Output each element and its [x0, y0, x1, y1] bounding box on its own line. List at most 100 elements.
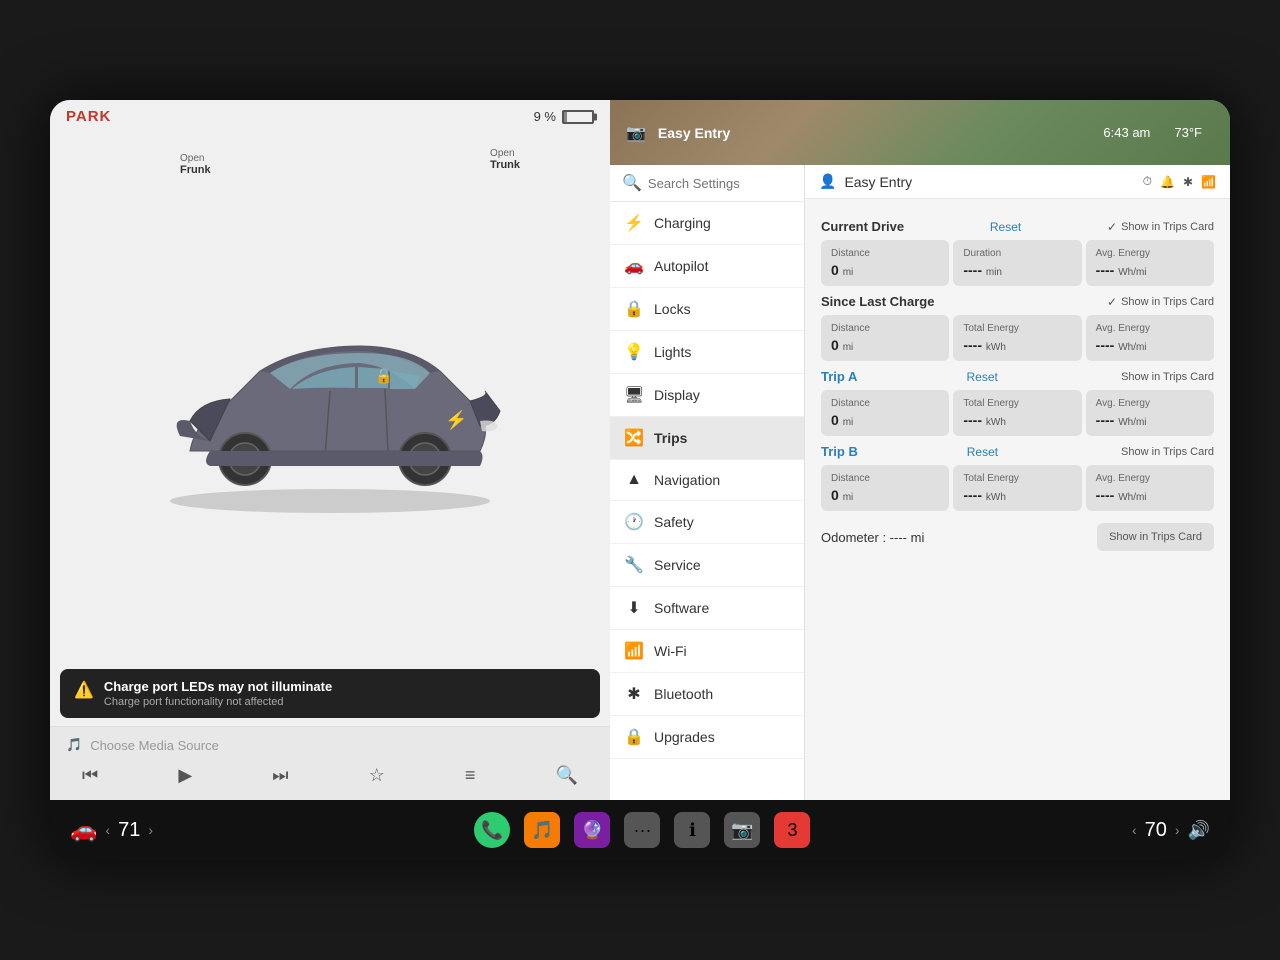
trip-b-stats: Distance 0 mi Total Energy ---- [821, 465, 1214, 511]
temp-down-btn[interactable]: ‹ [105, 822, 110, 838]
display-label: Display [654, 387, 700, 403]
trip-b-title: Trip B [821, 444, 858, 459]
lc-distance-value: 0 mi [831, 337, 939, 353]
settings-item-lights[interactable]: 💡 Lights [610, 331, 804, 374]
camera-app-icon[interactable]: 🔮 [574, 812, 610, 848]
odometer-text: Odometer : ---- mi [821, 530, 924, 545]
last-charge-title: Since Last Charge [821, 294, 934, 309]
search-button[interactable]: 🔍 [548, 761, 586, 790]
service-icon: 🔧 [624, 555, 644, 575]
trip-b-show-trips: ✓ Show in Trips Card [1107, 445, 1214, 459]
media-bar: 🎵 Choose Media Source ⏮ ▶ ⏭ ☆ ≡ 🔍 [50, 726, 610, 800]
trip-a-title: Trip A [821, 369, 857, 384]
more-app-icon[interactable]: ··· [624, 812, 660, 848]
ta-avg-value: ---- Wh/mi [1096, 412, 1204, 428]
lc-energy-label: Total Energy [963, 323, 1071, 334]
bluetooth-status-icon: ✱ [1183, 175, 1193, 189]
display-icon: 🖥 [624, 385, 644, 405]
music-app-icon[interactable]: 🎵 [524, 812, 560, 848]
software-icon: ⬇ [624, 598, 644, 618]
trip-b-reset[interactable]: Reset [967, 445, 998, 459]
settings-item-upgrades[interactable]: 🔒 Upgrades [610, 716, 804, 759]
trips-panel: 👤 Easy Entry ⏱ 🔔 ✱ 📶 Current Drive [805, 165, 1230, 800]
dashcam-app-icon[interactable]: 📷 [724, 812, 760, 848]
check-icon2: ✓ [1107, 295, 1117, 309]
current-drive-reset[interactable]: Reset [990, 220, 1021, 234]
current-drive-header: Current Drive Reset ✓ Show in Trips Card [821, 219, 1214, 234]
easy-entry-header: Easy Entry [658, 125, 730, 141]
taskbar-center: 📞 🎵 🔮 ··· ℹ 📷 3 [474, 812, 810, 848]
odometer-row: Odometer : ---- mi Show in Trips Card [821, 519, 1214, 555]
queue-button[interactable]: ≡ [457, 761, 484, 790]
wifi-label: Wi-Fi [654, 643, 687, 659]
info-app-icon[interactable]: ℹ [674, 812, 710, 848]
trip-a-distance: Distance 0 mi [821, 390, 949, 436]
warning-content: Charge port LEDs may not illuminate Char… [104, 679, 332, 708]
prev-button[interactable]: ⏮ [74, 761, 106, 790]
trip-a-total-energy: Total Energy ---- kWh [953, 390, 1081, 436]
trip-b-avg-energy: Avg. Energy ---- Wh/mi [1086, 465, 1214, 511]
lc-avg-value: ---- Wh/mi [1096, 337, 1204, 353]
map-time: 6:43 am [1103, 125, 1150, 140]
right-temp-up-btn[interactable]: › [1175, 822, 1180, 838]
trip-a-reset[interactable]: Reset [967, 370, 998, 384]
left-panel: PARK 9 % Open Frunk Open Trunk [50, 100, 610, 800]
profile-name: Easy Entry [844, 174, 912, 190]
tb-avg-value: ---- Wh/mi [1096, 487, 1204, 503]
avg-energy-label: Avg. Energy [1096, 248, 1204, 259]
software-label: Software [654, 600, 709, 616]
settings-item-safety[interactable]: 🕐 Safety [610, 501, 804, 544]
ta-distance-value: 0 mi [831, 412, 939, 428]
tb-avg-label: Avg. Energy [1096, 473, 1204, 484]
settings-item-bluetooth[interactable]: ✱ Bluetooth [610, 673, 804, 716]
frunk-open-text: Open [180, 153, 211, 164]
safety-label: Safety [654, 514, 694, 530]
odometer-show-trips-btn[interactable]: Show in Trips Card [1097, 523, 1214, 551]
battery-fill [564, 112, 567, 122]
last-charge-total-energy: Total Energy ---- kWh [953, 315, 1081, 361]
settings-item-wifi[interactable]: 📶 Wi-Fi [610, 630, 804, 673]
calendar-app-icon[interactable]: 3 [774, 812, 810, 848]
car-illustration: ⚡ 🔓 [140, 281, 520, 521]
profile-bar: 👤 Easy Entry ⏱ 🔔 ✱ 📶 [805, 165, 1230, 199]
favorite-button[interactable]: ☆ [361, 761, 393, 790]
signal-icon: 📶 [1201, 175, 1216, 189]
play-button[interactable]: ▶ [170, 761, 200, 790]
warning-subtitle: Charge port functionality not affected [104, 696, 332, 708]
settings-item-autopilot[interactable]: 🚗 Autopilot [610, 245, 804, 288]
temp-up-btn[interactable]: › [148, 822, 153, 838]
search-input[interactable] [648, 176, 792, 191]
lights-label: Lights [654, 344, 691, 360]
tb-energy-label: Total Energy [963, 473, 1071, 484]
settings-item-locks[interactable]: 🔒 Locks [610, 288, 804, 331]
tb-energy-value: ---- kWh [963, 487, 1071, 503]
settings-item-navigation[interactable]: ▲ Navigation [610, 460, 804, 501]
autopilot-icon: 🚗 [624, 256, 644, 276]
autopilot-label: Autopilot [654, 258, 708, 274]
phone-app-icon[interactable]: 📞 [474, 812, 510, 848]
settings-container: 🔍 ⚡ Charging 🚗 Autopilot 🔒 Locks [610, 165, 1230, 800]
check-icon4: ✓ [1107, 445, 1117, 459]
media-source: 🎵 Choose Media Source [66, 737, 594, 753]
check-icon3: ✓ [1107, 370, 1117, 384]
timer-icon: ⏱ [1143, 174, 1152, 189]
locks-icon: 🔒 [624, 299, 644, 319]
trip-b-show-label: Show in Trips Card [1121, 446, 1214, 458]
car-display: Open Frunk Open Trunk [50, 133, 610, 669]
media-controls: ⏮ ▶ ⏭ ☆ ≡ 🔍 [66, 761, 594, 790]
settings-item-display[interactable]: 🖥 Display [610, 374, 804, 417]
svg-text:⚡: ⚡ [445, 409, 467, 431]
left-temp: 71 [118, 819, 140, 842]
right-temp-down-btn[interactable]: ‹ [1132, 822, 1137, 838]
taskbar-left: 🚗 ‹ 71 › [70, 817, 153, 843]
settings-item-service[interactable]: 🔧 Service [610, 544, 804, 587]
settings-item-software[interactable]: ⬇ Software [610, 587, 804, 630]
search-icon: 🔍 [622, 173, 642, 193]
right-panel: 📷 Easy Entry 6:43 am 73°F 🔍 ⚡ [610, 100, 1230, 800]
settings-item-trips[interactable]: 🔀 Trips [610, 417, 804, 460]
lc-energy-value: ---- kWh [963, 337, 1071, 353]
bluetooth-icon: ✱ [624, 684, 644, 704]
next-button[interactable]: ⏭ [264, 761, 296, 790]
settings-item-charging[interactable]: ⚡ Charging [610, 202, 804, 245]
battery-info: 9 % [534, 109, 594, 124]
